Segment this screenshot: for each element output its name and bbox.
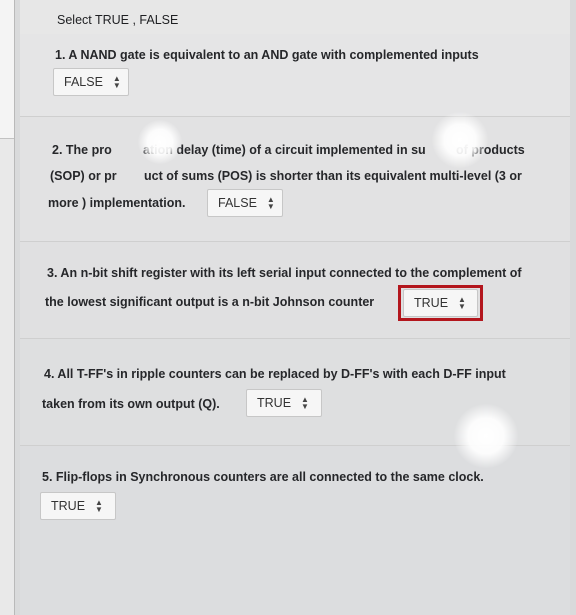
question-5-section: 5. Flip-flops in Synchronous counters ar… <box>20 446 570 615</box>
question-3-section: 3. An n-bit shift register with its left… <box>20 242 570 339</box>
quiz-panel: Select TRUE , FALSE 1. A NAND gate is eq… <box>20 0 570 615</box>
question-1-text: 1. A NAND gate is equivalent to an AND g… <box>55 48 479 62</box>
up-down-chevron-icon: ▲ ▼ <box>112 74 121 90</box>
question-2-answer-select[interactable]: FALSE ▲ ▼ <box>207 189 283 217</box>
question-4-answer-select[interactable]: TRUE ▲ ▼ <box>246 389 322 417</box>
instruction-text: Select TRUE , FALSE <box>57 13 179 27</box>
up-down-chevron-icon: ▲ ▼ <box>266 195 275 211</box>
question-2-answer-value: FALSE <box>218 196 257 210</box>
question-2-line-2b: uct of sums (POS) is shorter than its eq… <box>144 169 522 183</box>
question-4-line-2: taken from its own output (Q). <box>42 397 220 411</box>
question-3-line-1: 3. An n-bit shift register with its left… <box>47 266 522 280</box>
question-1-answer-value: FALSE <box>64 75 103 89</box>
screen-glare <box>432 112 488 168</box>
question-5-text: 5. Flip-flops in Synchronous counters ar… <box>42 470 484 484</box>
question-5-answer-select[interactable]: TRUE ▲ ▼ <box>40 492 116 520</box>
question-4-answer-value: TRUE <box>257 396 292 410</box>
question-5-answer-value: TRUE <box>51 499 86 513</box>
side-panel <box>0 0 15 615</box>
question-3-answer-select[interactable]: TRUE ▲ ▼ <box>403 289 478 317</box>
question-2-line-1a: 2. The pro <box>52 143 112 157</box>
up-down-chevron-icon: ▲ ▼ <box>95 498 103 514</box>
question-1-answer-select[interactable]: FALSE ▲ ▼ <box>53 68 129 96</box>
side-panel-tab <box>0 0 14 139</box>
screen-glare <box>454 404 518 468</box>
up-down-chevron-icon: ▲ ▼ <box>458 295 466 311</box>
question-3-answer-value: TRUE <box>414 296 449 310</box>
up-down-chevron-icon: ▲ ▼ <box>301 395 309 411</box>
question-2-line-1b: ation delay (time) of a circuit implemen… <box>143 143 426 157</box>
question-3-line-2: the lowest significant output is a n-bit… <box>45 295 375 309</box>
question-2-line-3: more ) implementation. <box>48 196 186 210</box>
question-2-line-2a: (SOP) or pr <box>50 169 117 183</box>
screen-glare <box>138 120 182 164</box>
question-1-section: 1. A NAND gate is equivalent to an AND g… <box>20 34 570 117</box>
question-4-line-1: 4. All T-FF's in ripple counters can be … <box>44 367 506 381</box>
